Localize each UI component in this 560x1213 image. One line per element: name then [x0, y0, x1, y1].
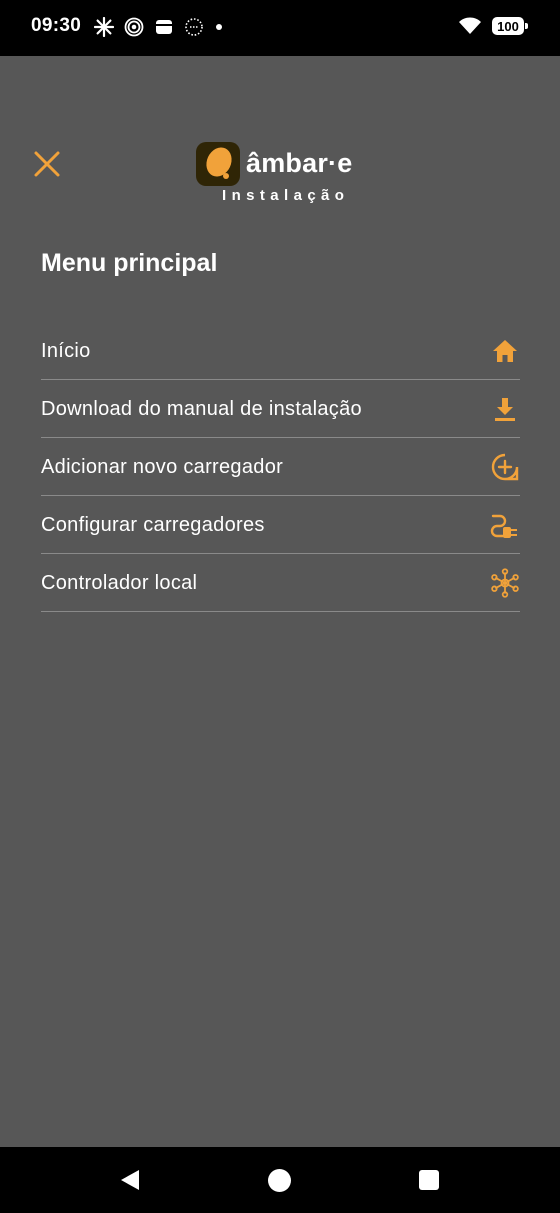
- back-icon[interactable]: [118, 1168, 142, 1192]
- dotted-circle-icon: [185, 18, 203, 36]
- brand-logo: âmbar·e Instalação: [196, 142, 376, 206]
- status-time: 09:30: [31, 15, 82, 36]
- menu-item-label: Download do manual de instalação: [41, 397, 362, 420]
- dot-icon: [216, 24, 222, 30]
- wallet-icon: [156, 20, 172, 34]
- menu-screen: âmbar·e Instalação Menu principal Início…: [0, 56, 560, 1147]
- battery-level: 100: [497, 18, 519, 34]
- close-button[interactable]: [32, 149, 62, 179]
- menu-item-label: Controlador local: [41, 571, 198, 594]
- battery-icon: 100: [492, 17, 528, 35]
- menu-item-add-charger[interactable]: Adicionar novo carregador: [41, 439, 520, 496]
- sparkle-icon: [94, 17, 114, 37]
- target-icon: [124, 17, 144, 37]
- wifi-icon: [459, 17, 481, 34]
- add-circle-icon: [490, 452, 520, 482]
- home-nav-icon[interactable]: [268, 1169, 291, 1192]
- main-menu: Início Download do manual de instalação …: [41, 323, 520, 613]
- recents-icon[interactable]: [419, 1170, 439, 1190]
- download-icon: [490, 394, 520, 424]
- page-title: Menu principal: [41, 249, 218, 277]
- network-hub-icon: [490, 568, 520, 598]
- status-notification-icons: [94, 17, 224, 37]
- menu-item-local-controller[interactable]: Controlador local: [41, 555, 520, 612]
- menu-item-label: Início: [41, 339, 91, 362]
- menu-item-configure-chargers[interactable]: Configurar carregadores: [41, 497, 520, 554]
- logo-mark-icon: [196, 142, 240, 186]
- brand-name: âmbar·e: [246, 148, 353, 178]
- home-icon: [490, 336, 520, 366]
- brand-subtitle: Instalação: [222, 187, 350, 204]
- status-bar: 09:30 100: [0, 0, 560, 56]
- menu-item-label: Adicionar novo carregador: [41, 455, 284, 478]
- navigation-bar: [0, 1147, 560, 1213]
- menu-item-inicio[interactable]: Início: [41, 323, 520, 380]
- close-icon: [34, 151, 60, 177]
- plug-icon: [490, 510, 520, 540]
- menu-item-download-manual[interactable]: Download do manual de instalação: [41, 381, 520, 438]
- menu-item-label: Configurar carregadores: [41, 513, 265, 536]
- status-system-icons: 100: [458, 16, 528, 36]
